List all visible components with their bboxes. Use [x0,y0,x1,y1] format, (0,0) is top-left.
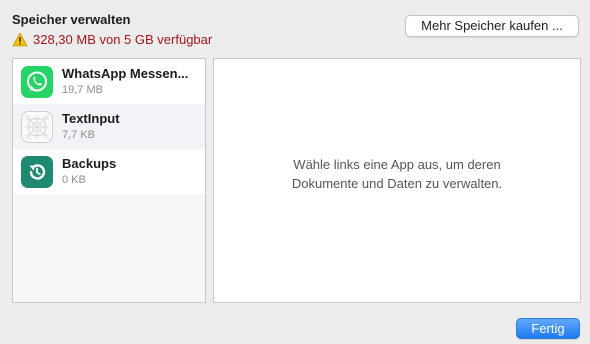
backup-restore-icon [21,156,53,188]
buy-more-storage-button[interactable]: Mehr Speicher kaufen ... [405,15,579,37]
app-list[interactable]: WhatsApp Messen... 19,7 MB TextInput 7,7… [12,58,206,303]
dialog-title: Speicher verwalten [12,12,131,27]
detail-pane: Wähle links eine App aus, um deren Dokum… [213,58,581,303]
app-name: TextInput [62,111,120,126]
whatsapp-icon [21,66,53,98]
app-name: WhatsApp Messen... [62,66,189,81]
app-info: WhatsApp Messen... 19,7 MB [62,66,202,97]
list-item-backups[interactable]: Backups 0 KB [13,149,205,194]
app-size: 0 KB [62,174,86,186]
app-name: Backups [62,156,117,171]
list-item-textinput[interactable]: TextInput 7,7 KB [13,104,205,149]
app-size: 19,7 MB [62,84,103,96]
storage-status: 328,30 MB von 5 GB verfügbar [12,32,212,47]
app-info: Backups 0 KB [62,156,202,187]
app-size: 7,7 KB [62,129,96,141]
storage-status-text: 328,30 MB von 5 GB verfügbar [33,32,213,47]
list-item-whatsapp[interactable]: WhatsApp Messen... 19,7 MB [13,59,205,104]
done-button[interactable]: Fertig [516,318,580,339]
textinput-grid-icon [21,111,53,143]
warning-triangle-icon [12,32,28,47]
empty-selection-hint: Wähle links eine App aus, um deren Dokum… [291,157,503,191]
app-info: TextInput 7,7 KB [62,111,202,142]
manage-storage-dialog: Speicher verwalten 328,30 MB von 5 GB ve… [0,0,590,344]
